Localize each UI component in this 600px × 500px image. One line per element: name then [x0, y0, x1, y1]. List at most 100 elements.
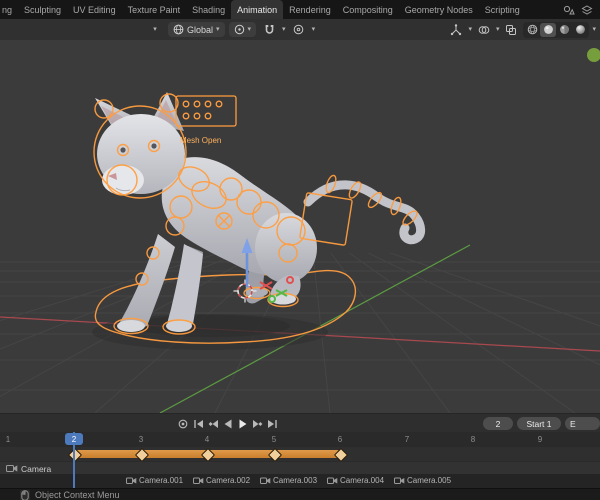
pivot-point-dropdown[interactable]: ▾ [228, 22, 257, 37]
timeline-marker[interactable]: Camera.002 [193, 476, 250, 485]
snap-dropdown-chevron[interactable]: ▾ [282, 26, 286, 33]
current-frame-field[interactable]: 2 [483, 417, 513, 430]
marker-label: Camera.005 [407, 476, 452, 485]
ruler-frame-number: 5 [271, 435, 277, 444]
marker-label: Camera.004 [340, 476, 385, 485]
markers-region[interactable]: Camera.001 Camera.002 Camera.003 Camera.… [0, 474, 600, 488]
topbar-right-icons [556, 0, 600, 19]
channel-label: Camera [21, 463, 52, 474]
play-button[interactable] [236, 417, 250, 431]
viewport-header: ▾ Global ▾ ▾ ▾ ▾ ▾ ▾ ▾ [0, 19, 600, 41]
play-reverse-icon [224, 419, 232, 428]
show-gizmo-dropdown[interactable] [447, 22, 465, 37]
material-sphere-icon [560, 25, 569, 34]
collapsed-menus-button[interactable]: ▾ [146, 22, 164, 37]
3d-viewport[interactable]: Mesh Open [0, 40, 600, 414]
play-icon [239, 419, 247, 428]
frame-end-field-partial[interactable]: E [565, 417, 600, 430]
workspace-tabs: ng Sculpting UV Editing Texture Paint Sh… [0, 0, 556, 19]
workspace-tab-shading[interactable]: Shading [186, 0, 231, 19]
channel-row[interactable]: Camera [0, 461, 600, 475]
auto-keying-button[interactable] [176, 417, 190, 431]
prev-keyframe-icon [208, 419, 218, 428]
next-keyframe-button[interactable] [251, 417, 265, 431]
rendered-sphere-icon [576, 25, 585, 34]
gizmo-dropdown-chevron[interactable]: ▾ [468, 26, 472, 33]
wireframe-sphere-icon [527, 24, 538, 35]
timeline-marker[interactable]: Camera.001 [126, 476, 183, 485]
proportional-edit-icon [293, 24, 304, 35]
workspace-tab-uv-editing[interactable]: UV Editing [67, 0, 122, 19]
timeline-header: 2 Start 1 E [0, 413, 600, 433]
shading-material-button[interactable] [556, 23, 572, 37]
workspace-tab-compositing[interactable]: Compositing [337, 0, 399, 19]
mouse-icon [21, 489, 29, 500]
ruler-frame-number: 1 [5, 435, 11, 444]
camera-icon [6, 465, 18, 472]
overlays-dropdown-chevron[interactable]: ▾ [496, 26, 500, 33]
chevron-down-icon: ▾ [153, 26, 157, 33]
ruler-frame-number: 6 [337, 435, 343, 444]
shading-solid-button[interactable] [540, 22, 557, 37]
ground-shadow-core [134, 315, 290, 337]
jump-to-end-button[interactable] [266, 417, 280, 431]
transform-orientation-dropdown[interactable]: Global ▾ [168, 22, 225, 37]
ruler-frame-number: 9 [537, 435, 543, 444]
proportional-editing-toggle[interactable] [290, 22, 308, 37]
overlays-icon [478, 25, 490, 34]
jump-start-icon [194, 419, 203, 428]
timeline-ruler[interactable]: 1 2 3 4 5 6 7 8 9 [0, 432, 600, 447]
timeline-marker[interactable]: Camera.003 [260, 476, 317, 485]
camera-icon [327, 477, 338, 484]
status-bar: Object Context Menu [0, 488, 600, 500]
marker-label: Camera.003 [273, 476, 318, 485]
workspace-tab-geometry-nodes[interactable]: Geometry Nodes [399, 0, 479, 19]
marker-label: Camera.001 [139, 476, 184, 485]
frame-start-field[interactable]: Start 1 [517, 417, 561, 430]
shading-dropdown-chevron[interactable]: ▾ [592, 26, 596, 33]
show-overlays-toggle[interactable] [475, 22, 493, 37]
solid-sphere-icon [544, 25, 553, 34]
chevron-down-icon: ▾ [216, 26, 220, 33]
workspace-tab-scripting[interactable]: Scripting [479, 0, 526, 19]
next-keyframe-icon [253, 419, 263, 428]
timeline-marker[interactable]: Camera.005 [394, 476, 451, 485]
camera-icon [126, 477, 137, 484]
viewport-header-left: ▾ Global ▾ ▾ ▾ ▾ [146, 22, 315, 37]
previous-keyframe-button[interactable] [206, 417, 220, 431]
gizmo-icon [451, 23, 462, 35]
viewport-header-right: ▾ ▾ ▾ [447, 21, 600, 38]
xray-toggle[interactable] [502, 22, 520, 37]
chevron-down-icon: ▾ [247, 26, 252, 33]
camera-icon [193, 477, 204, 484]
scene-canvas: Mesh Open [0, 40, 600, 414]
workspace-tab-modeling-partial[interactable]: ng [0, 0, 18, 19]
ruler-frame-number: 3 [138, 435, 144, 444]
xray-icon [506, 24, 517, 35]
workspace-tab-rendering[interactable]: Rendering [283, 0, 337, 19]
workspace-tab-bar: ng Sculpting UV Editing Texture Paint Sh… [0, 0, 600, 19]
globe-icon [173, 24, 184, 35]
workspace-tab-animation[interactable]: Animation [231, 0, 284, 19]
play-reverse-button[interactable] [221, 417, 235, 431]
workspace-tab-sculpting[interactable]: Sculpting [18, 0, 67, 19]
jump-to-start-button[interactable] [191, 417, 205, 431]
workspace-tab-texture-paint[interactable]: Texture Paint [122, 0, 187, 19]
camera-icon [260, 477, 271, 484]
playhead-frame-indicator[interactable]: 2 [65, 433, 83, 445]
orientation-label: Global [187, 24, 214, 35]
shading-mode-group [523, 21, 590, 38]
snap-toggle[interactable] [260, 22, 278, 37]
view-layer-icon[interactable] [581, 4, 593, 16]
jump-end-icon [268, 419, 277, 428]
mouse-hint-box [20, 489, 30, 500]
playback-controls [176, 417, 280, 431]
shading-rendered-button[interactable] [572, 23, 588, 37]
pivot-icon [234, 24, 244, 35]
timeline-marker[interactable]: Camera.004 [327, 476, 384, 485]
shading-wireframe-button[interactable] [524, 23, 540, 37]
rig-panel-label: Mesh Open [180, 136, 221, 145]
scene-icon[interactable] [563, 4, 575, 16]
keyframe-track[interactable] [0, 447, 600, 462]
proportional-dropdown-chevron[interactable]: ▾ [312, 26, 316, 33]
